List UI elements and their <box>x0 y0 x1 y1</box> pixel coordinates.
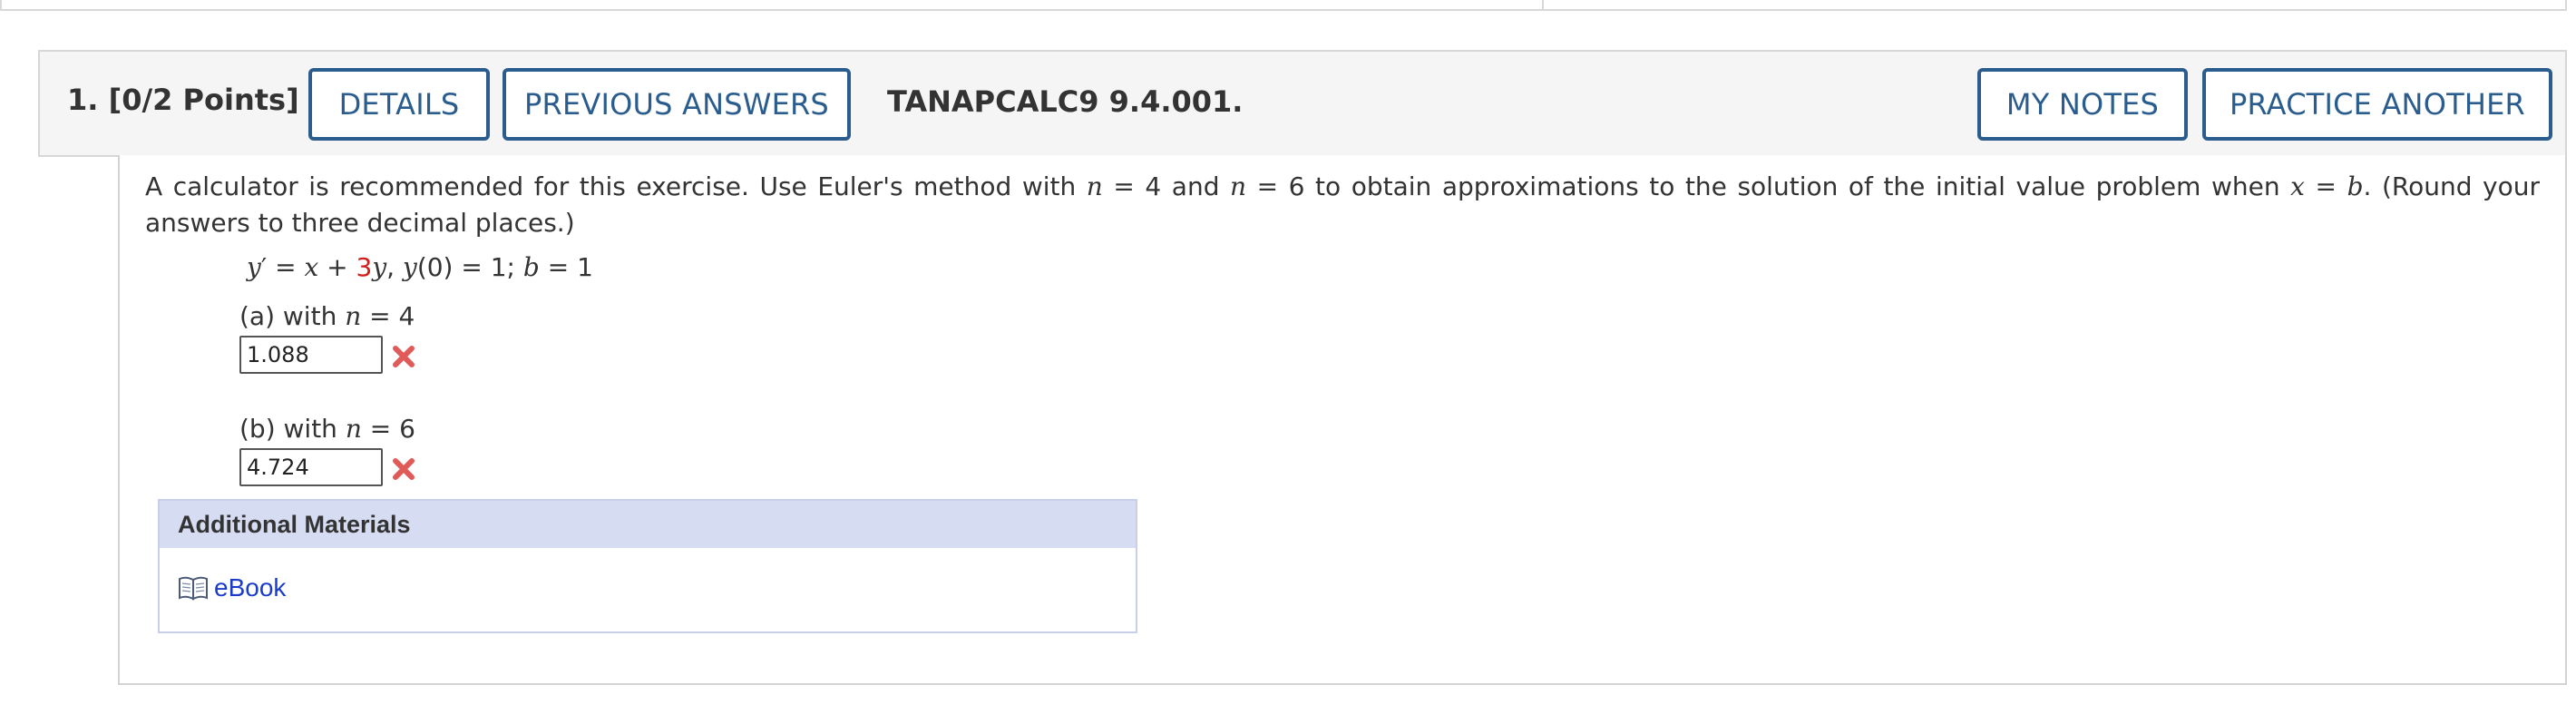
prompt-var-n: n <box>1230 171 1247 201</box>
details-button[interactable]: DETAILS <box>308 68 490 141</box>
question-prompt: A calculator is recommended for this exe… <box>145 169 2540 241</box>
prompt-var-x: x <box>2290 171 2305 201</box>
prompt-text: = <box>2304 171 2347 201</box>
part-label-text: = 4 <box>361 301 415 331</box>
question-header: 1. [0/2 Points] DETAILS PREVIOUS ANSWERS… <box>38 50 2567 157</box>
additional-materials-panel: Additional Materials eBook <box>158 499 1137 633</box>
eq-text: = 1 <box>539 252 593 282</box>
eq-var: b <box>522 252 540 282</box>
additional-materials-title: Additional Materials <box>160 501 1136 548</box>
question-number-points: 1. [0/2 Points] <box>67 83 299 117</box>
top-panel-right <box>1542 0 2567 11</box>
part-label-text: (a) with <box>239 301 346 331</box>
prompt-text: A calculator is recommended for this exe… <box>145 171 1087 201</box>
part-var: n <box>345 301 362 331</box>
prompt-text: = 4 and <box>1102 171 1231 201</box>
eq-coefficient: 3 <box>356 252 373 282</box>
eq-var: y <box>247 252 261 282</box>
eq-text: (0) = 1; <box>416 252 523 282</box>
prompt-text: = 6 to obtain approximations to the solu… <box>1246 171 2291 201</box>
part-label-text: (b) with <box>239 414 346 444</box>
part-label-text: = 6 <box>361 414 415 444</box>
question-code: TANAPCALC9 9.4.001. <box>887 84 1244 119</box>
eq-var: y <box>372 252 387 282</box>
eq-text: , <box>386 252 403 282</box>
ivp-equation: y′ = x + 3y, y(0) = 1; b = 1 <box>247 252 593 282</box>
eq-var: y <box>402 252 417 282</box>
part-b-label: (b) with n = 6 <box>239 414 415 444</box>
eq-text: ′ = <box>260 252 305 282</box>
incorrect-x-icon <box>393 346 415 367</box>
eq-var: x <box>304 252 319 282</box>
eq-text: + <box>318 252 356 282</box>
incorrect-x-icon <box>393 458 415 480</box>
part-a-label: (a) with n = 4 <box>239 301 415 331</box>
prompt-var-n: n <box>1086 171 1103 201</box>
open-book-icon <box>179 576 208 601</box>
top-panel-left <box>0 0 1544 11</box>
part-a-answer-input[interactable] <box>239 336 383 374</box>
part-var: n <box>345 414 362 444</box>
ebook-link-label[interactable]: eBook <box>214 573 286 602</box>
prompt-var-b: b <box>2347 171 2364 201</box>
my-notes-button[interactable]: MY NOTES <box>1977 68 2188 141</box>
part-b-answer-input[interactable] <box>239 448 383 486</box>
practice-another-button[interactable]: PRACTICE ANOTHER <box>2202 68 2552 141</box>
previous-answers-button[interactable]: PREVIOUS ANSWERS <box>503 68 851 141</box>
ebook-link[interactable]: eBook <box>178 573 286 602</box>
top-previous-panel <box>0 0 2576 13</box>
